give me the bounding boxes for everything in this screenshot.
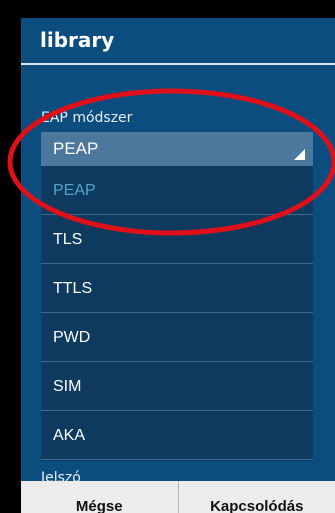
eap-method-options-list: PEAP TLS TTLS PWD SIM AKA — [41, 166, 313, 461]
dropdown-arrow-icon — [294, 149, 305, 160]
eap-method-value: PEAP — [53, 139, 99, 158]
dialog-button-bar: Mégse Kapcsolódás — [21, 481, 335, 513]
option-peap[interactable]: PEAP — [41, 166, 313, 215]
eap-method-label: EAP módszer — [41, 110, 133, 126]
cancel-button[interactable]: Mégse — [21, 481, 178, 513]
option-sim[interactable]: SIM — [41, 362, 313, 411]
option-tls[interactable]: TLS — [41, 215, 313, 264]
connect-button[interactable]: Kapcsolódás — [179, 481, 335, 513]
wifi-dialog: library EAP módszer PEAP PEAP TLS TTLS P… — [21, 18, 335, 513]
option-ttls[interactable]: TTLS — [41, 264, 313, 313]
option-pwd[interactable]: PWD — [41, 313, 313, 362]
dialog-title: library — [40, 28, 115, 52]
title-divider — [21, 63, 335, 65]
option-aka[interactable]: AKA — [41, 411, 313, 460]
eap-method-select[interactable]: PEAP — [41, 132, 313, 166]
